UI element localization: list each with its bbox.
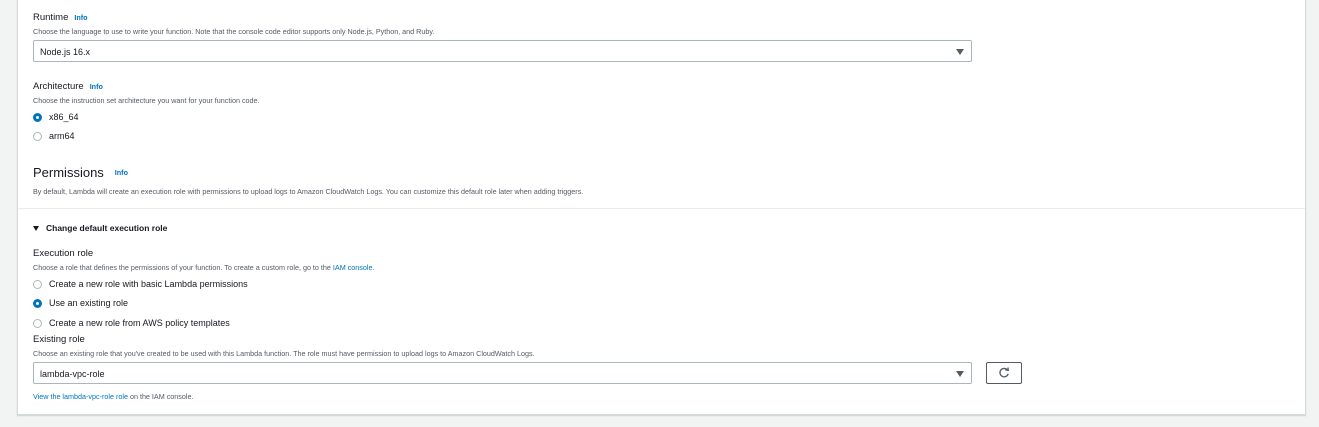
permissions-heading: Permissions Info	[33, 165, 128, 180]
change-default-execution-role-toggle[interactable]: Change default execution role	[33, 223, 167, 233]
architecture-option-label: arm64	[49, 131, 75, 141]
permissions-info-link[interactable]: Info	[115, 168, 128, 177]
execution-role-label: Execution role	[33, 248, 94, 259]
runtime-label: Runtime	[33, 12, 69, 23]
radio-button[interactable]	[33, 279, 42, 289]
existing-role-label: Existing role	[33, 334, 85, 345]
runtime-description: Choose the language to use to write your…	[33, 27, 435, 36]
section-divider	[18, 208, 1305, 209]
runtime-info-link[interactable]: Info	[74, 13, 87, 22]
runtime-heading: Runtime Info	[33, 12, 88, 23]
runtime-select[interactable]: Node.js 16.x	[33, 40, 972, 62]
execution-role-description-text: Choose a role that defines the permissio…	[33, 263, 331, 272]
architecture-option-arm64[interactable]: arm64	[33, 131, 75, 141]
expander-label: Change default execution role	[46, 223, 168, 233]
runtime-selected-value: Node.js 16.x	[40, 47, 91, 57]
execution-role-option-label: Create a new role from AWS policy templa…	[49, 318, 230, 328]
permissions-description: By default, Lambda will create an execut…	[33, 187, 584, 196]
permissions-title: Permissions	[33, 165, 104, 180]
radio-button[interactable]	[33, 131, 42, 141]
execution-role-option-label: Use an existing role	[49, 298, 129, 308]
view-role-link[interactable]: View the lambda-vpc-role role	[33, 392, 128, 401]
architecture-option-x86[interactable]: x86_64	[33, 112, 79, 122]
caret-down-icon	[956, 49, 964, 55]
radio-button-checked[interactable]	[33, 298, 42, 308]
execution-role-option-policy-templates[interactable]: Create a new role from AWS policy templa…	[33, 318, 230, 328]
execution-role-option-use-existing[interactable]: Use an existing role	[33, 298, 128, 308]
execution-role-option-create-basic[interactable]: Create a new role with basic Lambda perm…	[33, 279, 248, 289]
iam-console-link[interactable]: IAM console	[333, 263, 373, 272]
existing-role-description: Choose an existing role that you've crea…	[33, 349, 535, 358]
radio-button-checked[interactable]	[33, 112, 42, 122]
execution-role-description-suffix: .	[372, 263, 375, 272]
architecture-label: Architecture	[33, 81, 84, 92]
refresh-roles-button[interactable]	[986, 362, 1022, 384]
architecture-heading: Architecture Info	[33, 81, 103, 92]
radio-button[interactable]	[33, 318, 42, 328]
execution-role-description: Choose a role that defines the permissio…	[33, 263, 374, 272]
existing-role-select[interactable]: lambda-vpc-role	[33, 362, 972, 384]
view-role-text: View the lambda-vpc-role role on the IAM…	[33, 392, 193, 401]
triangle-down-icon	[33, 225, 39, 231]
view-role-suffix: on the IAM console.	[127, 392, 194, 401]
function-settings-panel: Runtime Info Choose the language to use t…	[17, 0, 1306, 415]
architecture-option-label: x86_64	[49, 112, 79, 122]
execution-role-option-label: Create a new role with basic Lambda perm…	[49, 279, 248, 289]
caret-down-icon	[956, 371, 964, 377]
refresh-icon	[999, 367, 1009, 378]
existing-role-selected-value: lambda-vpc-role	[40, 369, 105, 379]
architecture-description: Choose the instruction set architecture …	[33, 96, 260, 105]
architecture-info-link[interactable]: Info	[90, 82, 103, 91]
